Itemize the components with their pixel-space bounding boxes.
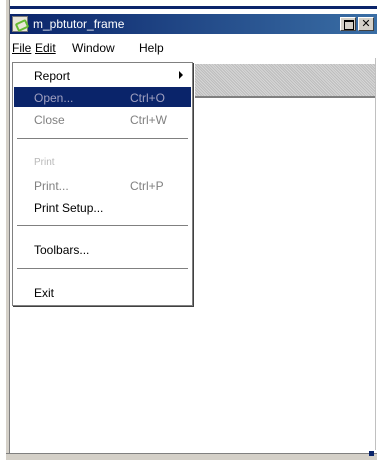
- window-left-border: [6, 0, 10, 453]
- menu-separator: [17, 268, 188, 270]
- menu-item-shortcut: Ctrl+P: [130, 179, 164, 193]
- menu-edit[interactable]: Edit: [35, 41, 56, 55]
- menu-file[interactable]: File: [12, 41, 31, 55]
- menu-item-label: Print...: [34, 179, 69, 193]
- menu-item-report[interactable]: Report: [14, 65, 191, 85]
- menu-item-label: Print: [34, 157, 55, 168]
- title-bar-top-edge: [10, 6, 377, 9]
- menu-help-label: Help: [139, 41, 164, 55]
- window-title: m_pbtutor_frame: [33, 17, 125, 31]
- close-icon: ✕: [361, 17, 371, 30]
- menu-item-print[interactable]: Print... Ctrl+P: [14, 175, 191, 195]
- resize-grip[interactable]: [369, 451, 374, 456]
- menu-separator: [17, 225, 188, 227]
- menu-item-shortcut: Ctrl+O: [130, 91, 166, 105]
- menu-item-toolbars[interactable]: Toolbars...: [14, 239, 191, 259]
- menu-help[interactable]: Help: [139, 41, 164, 55]
- menu-item-label: Exit: [34, 286, 55, 300]
- menu-item-close[interactable]: Close Ctrl+W: [14, 109, 191, 129]
- app-icon[interactable]: [12, 16, 28, 32]
- restore-button[interactable]: [340, 17, 356, 31]
- menu-item-label: Close: [34, 113, 65, 127]
- menu-item-print-ghost[interactable]: Print: [14, 153, 191, 173]
- menu-item-exit[interactable]: Exit: [14, 282, 191, 302]
- menu-window[interactable]: Window: [72, 41, 115, 55]
- file-menu-dropdown: Report Open... Ctrl+O Close Ctrl+W Print…: [12, 62, 193, 306]
- close-button[interactable]: ✕: [358, 17, 374, 31]
- menu-window-label: Window: [72, 41, 115, 55]
- restore-icon: [344, 20, 354, 30]
- toolbar-divider: [195, 96, 377, 98]
- menu-item-shortcut: Ctrl+W: [130, 113, 167, 127]
- menu-item-label: Open...: [34, 91, 74, 105]
- menu-item-open[interactable]: Open... Ctrl+O: [14, 87, 191, 107]
- title-bar[interactable]: m_pbtutor_frame ✕: [10, 14, 377, 34]
- menu-edit-label: Edit: [35, 41, 56, 55]
- menu-item-label: Print Setup...: [34, 201, 104, 215]
- toolbar-area: [195, 64, 377, 96]
- menu-separator: [17, 138, 188, 140]
- menu-item-label: Report: [34, 69, 71, 83]
- menu-item-label: Toolbars...: [34, 243, 90, 257]
- menu-file-label: File: [12, 41, 32, 55]
- menu-item-print-setup[interactable]: Print Setup...: [14, 197, 191, 217]
- menu-bar: File Edit Window Help: [10, 38, 377, 58]
- submenu-arrow-icon: [179, 71, 183, 79]
